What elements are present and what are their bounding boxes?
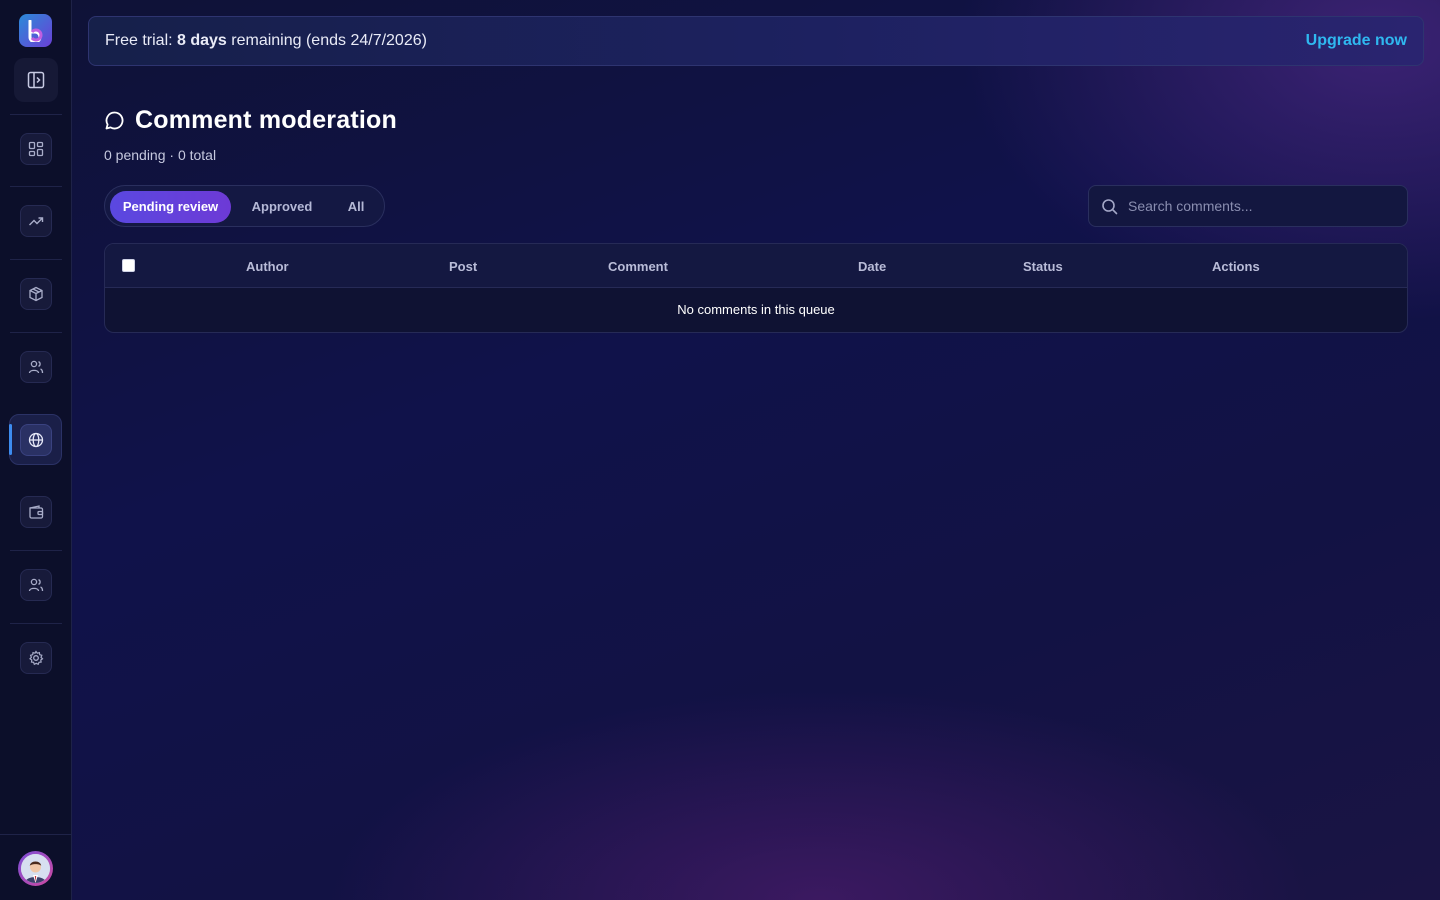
tab-all[interactable]: All bbox=[335, 191, 377, 223]
sidebar-divider bbox=[10, 623, 62, 624]
trending-icon bbox=[29, 217, 44, 226]
empty-state-message: No comments in this queue bbox=[677, 302, 835, 317]
trial-message: Free trial: 8 days remaining (ends 24/7/… bbox=[105, 32, 427, 50]
column-date[interactable]: Date bbox=[858, 259, 886, 274]
search-input[interactable] bbox=[1128, 198, 1388, 214]
sidebar-divider bbox=[0, 834, 72, 835]
comment-counts: 0 pending · 0 total bbox=[104, 147, 217, 163]
app-logo[interactable] bbox=[19, 14, 52, 47]
trial-suffix: remaining (ends 24/7/2026) bbox=[226, 32, 427, 49]
table-header: Author Post Comment Date Status Actions bbox=[105, 244, 1407, 288]
page-header: Comment moderation bbox=[104, 106, 397, 135]
sidebar-item-analytics[interactable] bbox=[20, 205, 52, 237]
dashboard-icon bbox=[28, 141, 44, 157]
column-actions: Actions bbox=[1212, 259, 1260, 274]
sidebar-divider bbox=[10, 332, 62, 333]
sidebar-toggle-button[interactable] bbox=[14, 58, 58, 102]
trial-prefix: Free trial: bbox=[105, 32, 178, 49]
tab-approved[interactable]: Approved bbox=[241, 191, 323, 223]
settings-icon bbox=[29, 650, 44, 666]
sidebar-item-dashboard[interactable] bbox=[20, 133, 52, 165]
sidebar-divider bbox=[10, 550, 62, 551]
filter-tabs: Pending review Approved All bbox=[104, 185, 385, 227]
avatar[interactable] bbox=[18, 851, 53, 886]
sidebar-divider bbox=[10, 186, 62, 187]
comment-icon bbox=[105, 111, 124, 130]
sidebar bbox=[0, 0, 72, 900]
search-icon bbox=[1102, 198, 1118, 214]
column-status[interactable]: Status bbox=[1023, 259, 1063, 274]
team-icon bbox=[28, 578, 44, 592]
sidebar-item-settings[interactable] bbox=[20, 642, 52, 674]
upgrade-now-link[interactable]: Upgrade now bbox=[1306, 32, 1407, 50]
users-icon bbox=[28, 360, 44, 374]
sidebar-active-indicator bbox=[9, 424, 12, 455]
tab-pending-review[interactable]: Pending review bbox=[110, 191, 231, 223]
logo-icon bbox=[28, 19, 42, 42]
sidebar-item-users[interactable] bbox=[20, 351, 52, 383]
comments-table: Author Post Comment Date Status Actions … bbox=[104, 243, 1408, 333]
sidebar-item-wallet[interactable] bbox=[20, 496, 52, 528]
sidebar-divider bbox=[10, 259, 62, 260]
search-box bbox=[1088, 185, 1408, 227]
globe-icon bbox=[28, 432, 44, 448]
sidebar-item-site[interactable] bbox=[20, 424, 52, 456]
column-post[interactable]: Post bbox=[449, 259, 477, 274]
sidebar-item-team[interactable] bbox=[20, 569, 52, 601]
sidebar-divider bbox=[10, 114, 62, 115]
page-title: Comment moderation bbox=[135, 106, 397, 134]
sidebar-item-products[interactable] bbox=[20, 278, 52, 310]
column-comment[interactable]: Comment bbox=[608, 259, 668, 274]
trial-banner: Free trial: 8 days remaining (ends 24/7/… bbox=[88, 16, 1424, 66]
wallet-icon bbox=[29, 505, 44, 519]
select-all-checkbox[interactable] bbox=[122, 259, 135, 272]
sidebar-toggle-icon bbox=[27, 71, 45, 89]
trial-days: 8 days bbox=[177, 32, 227, 49]
column-author[interactable]: Author bbox=[246, 259, 289, 274]
package-icon bbox=[29, 286, 43, 302]
avatar-image bbox=[21, 854, 50, 883]
